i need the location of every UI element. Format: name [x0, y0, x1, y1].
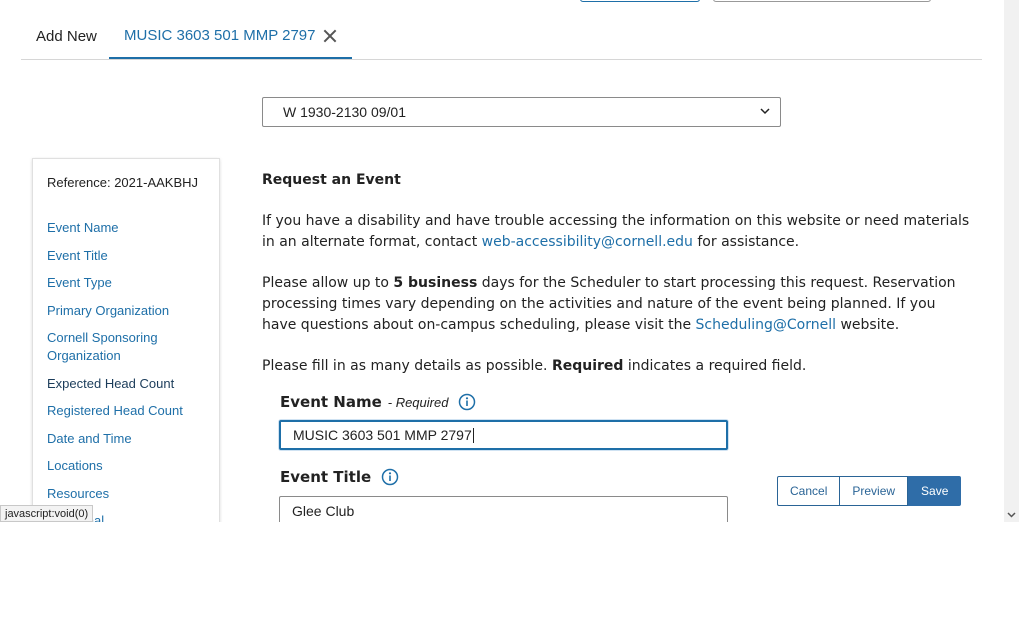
occurrence-select[interactable]: W 1930-2130 09/01 [262, 97, 781, 127]
info-icon[interactable] [381, 468, 399, 486]
info-icon[interactable] [458, 393, 476, 411]
text-caret [472, 427, 474, 443]
nav-item-event-type[interactable]: Event Type [47, 274, 212, 292]
page-title: Request an Event [262, 172, 401, 188]
nav-item-cornell-sponsoring-organization[interactable]: Cornell Sponsoring Organization [47, 329, 212, 365]
event-name-label: Event Name - Required [280, 393, 476, 411]
processing-days: 5 business [393, 275, 478, 291]
processing-note: Please allow up to 5 business days for t… [262, 273, 972, 336]
request-intro: Request an Event If you have a disabilit… [262, 170, 972, 397]
tab-event-active[interactable]: MUSIC 3603 501 MMP 2797 [109, 14, 352, 59]
event-title-label-text: Event Title [280, 468, 372, 486]
chevron-down-icon [760, 108, 770, 115]
required-note-end: indicates a required field. [623, 358, 807, 374]
event-title-input[interactable]: Glee Club [279, 496, 728, 522]
vertical-scrollbar[interactable] [1004, 0, 1019, 522]
required-keyword: Required [551, 358, 624, 374]
tab-event-label: MUSIC 3603 501 MMP 2797 [124, 27, 316, 44]
save-button[interactable]: Save [908, 476, 962, 506]
tab-add-new-label: Add New [36, 28, 97, 45]
accessibility-email-link[interactable]: web-accessibility@cornell.edu [482, 234, 693, 250]
close-icon[interactable] [323, 29, 337, 43]
section-nav: Reference: 2021-AAKBHJ Event Name Event … [32, 158, 220, 522]
processing-note-end: website. [836, 317, 900, 333]
required-marker: - Required [387, 394, 449, 410]
nav-item-resources[interactable]: Resources [47, 485, 212, 503]
nav-item-primary-organization[interactable]: Primary Organization [47, 302, 212, 320]
event-name-value: MUSIC 3603 501 MMP 2797 [293, 427, 472, 443]
accessibility-note-end: for assistance. [692, 234, 800, 250]
event-name-label-text: Event Name [280, 393, 382, 411]
status-bar: javascript:void(0) [0, 505, 94, 522]
nav-item-event-title[interactable]: Event Title [47, 247, 212, 265]
nav-item-event-name[interactable]: Event Name [47, 219, 212, 237]
nav-item-locations[interactable]: Locations [47, 457, 212, 475]
reference-number: Reference: 2021-AAKBHJ [47, 175, 199, 190]
tab-bar: Add New MUSIC 3603 501 MMP 2797 [21, 14, 982, 60]
cancel-button[interactable]: Cancel [777, 476, 841, 506]
event-name-input[interactable]: MUSIC 3603 501 MMP 2797 [279, 420, 728, 450]
required-note: Please fill in as many details as possib… [262, 356, 972, 377]
event-title-value: Glee Club [292, 503, 355, 519]
required-note-text: Please fill in as many details as possib… [262, 358, 552, 374]
form-actions: Cancel Preview Save [777, 476, 962, 506]
nav-item-expected-head-count[interactable]: Expected Head Count [47, 375, 212, 393]
top-button-edge[interactable] [580, 0, 700, 2]
preview-button[interactable]: Preview [840, 476, 909, 506]
section-nav-list: Event Name Event Title Event Type Primar… [47, 219, 212, 522]
nav-item-date-and-time[interactable]: Date and Time [47, 430, 212, 448]
nav-item-registered-head-count[interactable]: Registered Head Count [47, 402, 212, 420]
scheduling-link[interactable]: Scheduling@Cornell [696, 317, 837, 333]
event-title-label: Event Title [280, 468, 399, 486]
tab-add-new[interactable]: Add New [36, 14, 97, 59]
top-input-edge[interactable] [713, 0, 931, 2]
blank-area [0, 522, 1034, 637]
occurrence-select-value: W 1930-2130 09/01 [283, 104, 406, 120]
processing-note-text: Please allow up to [262, 275, 394, 291]
accessibility-note: If you have a disability and have troubl… [262, 211, 972, 253]
page-viewport: Add New MUSIC 3603 501 MMP 2797 W 1930-2… [0, 0, 1019, 522]
scroll-down-icon[interactable] [1004, 507, 1019, 522]
